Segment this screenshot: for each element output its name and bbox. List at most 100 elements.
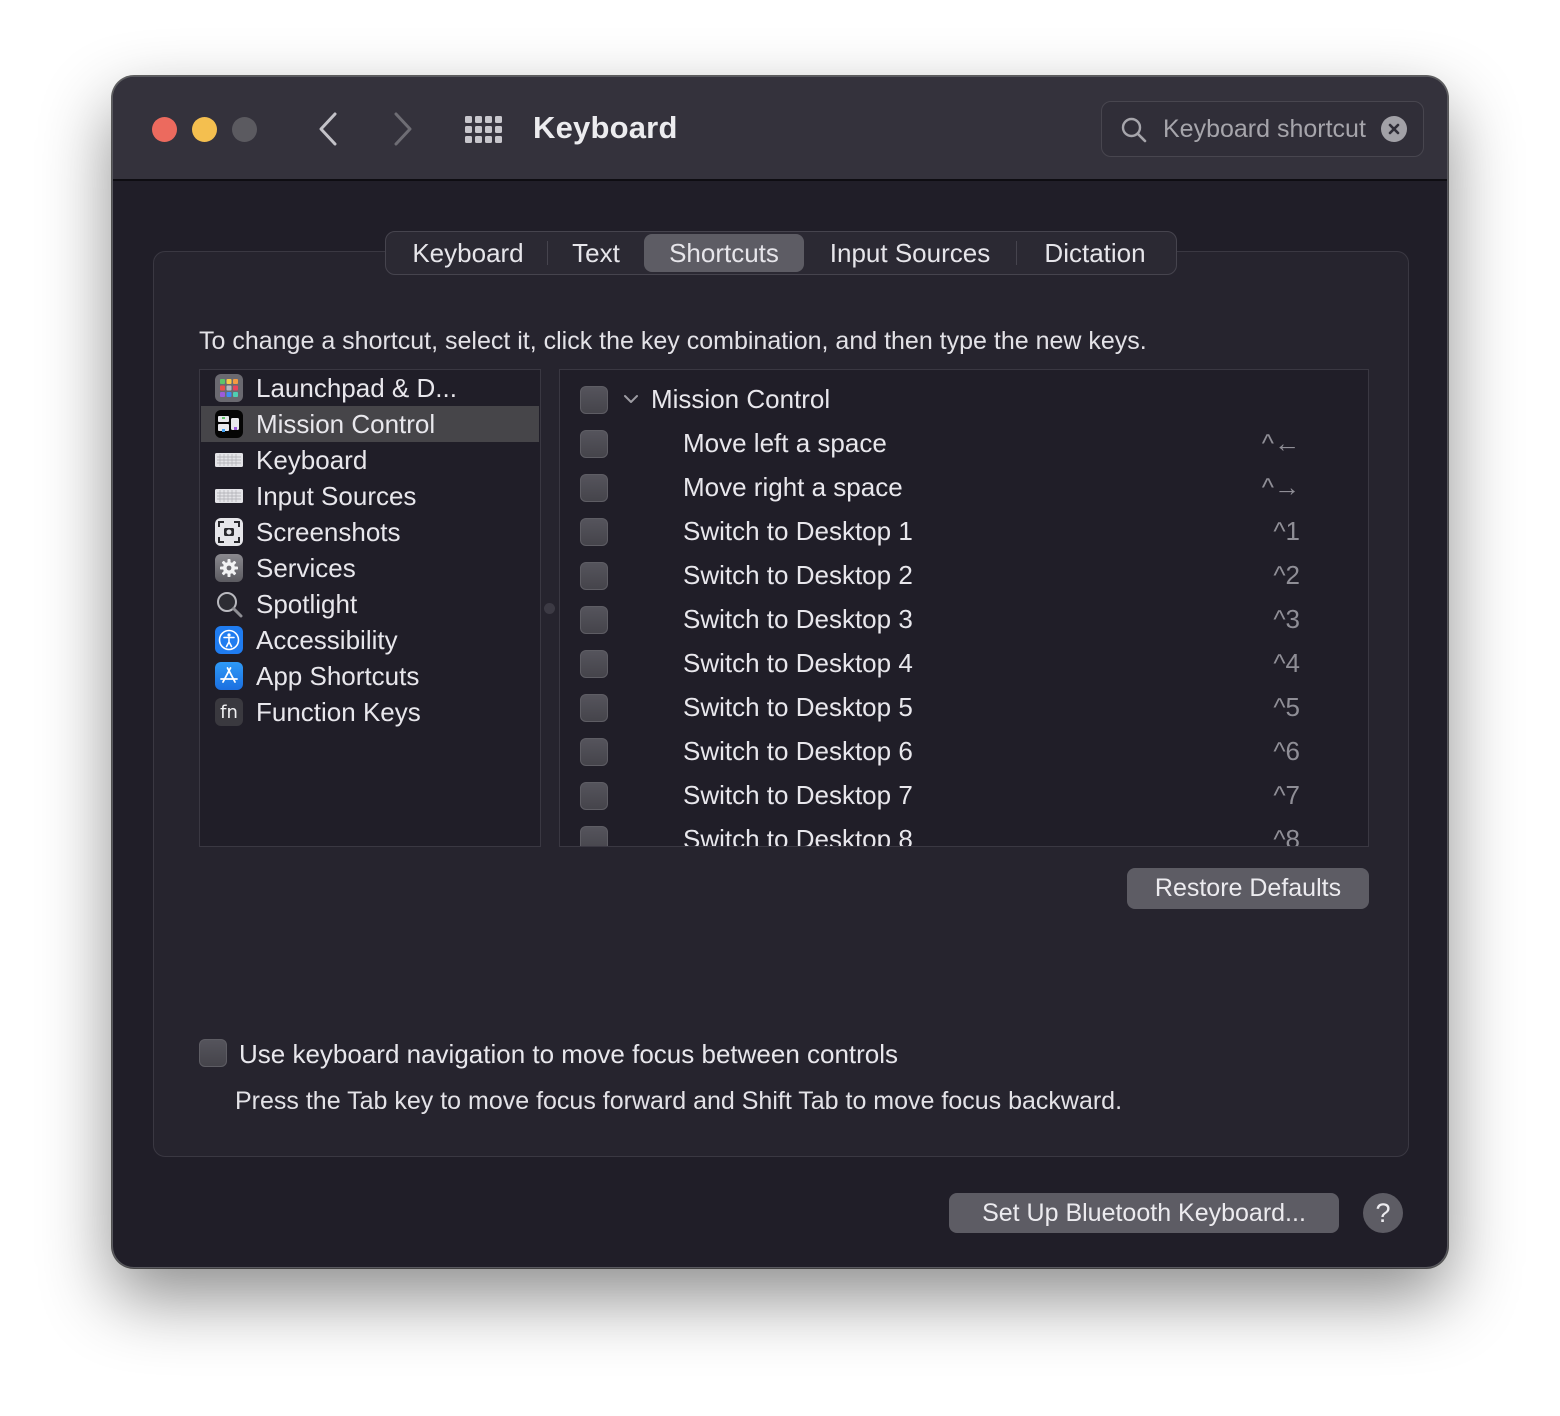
tab-shortcuts[interactable]: Shortcuts xyxy=(644,234,804,272)
tab-keyboard[interactable]: Keyboard xyxy=(389,234,547,272)
group-enable-checkbox[interactable] xyxy=(580,386,608,414)
screenshot-icon xyxy=(215,518,243,546)
shortcut-keys[interactable]: ^← xyxy=(1262,428,1300,459)
grid-icon xyxy=(495,126,502,133)
search-field[interactable]: Keyboard shortcut xyxy=(1101,101,1424,157)
close-window-button[interactable] xyxy=(152,117,177,142)
category-item-accessibility[interactable]: Accessibility xyxy=(201,622,539,658)
tab-input-sources[interactable]: Input Sources xyxy=(804,234,1016,272)
category-item-app-shortcuts[interactable]: App Shortcuts xyxy=(201,658,539,694)
category-label: Launchpad & D... xyxy=(256,372,457,403)
grid-icon xyxy=(465,136,472,143)
shortcut-row[interactable]: Switch to Desktop 1 ^1 xyxy=(560,510,1368,554)
shortcut-row[interactable]: Switch to Desktop 2 ^2 xyxy=(560,554,1368,598)
shortcut-label: Move left a space xyxy=(683,428,887,458)
tab-bar: Keyboard Text Shortcuts Input Sources Di… xyxy=(385,231,1177,275)
shortcut-category-list[interactable]: Launchpad & D... Mission Control Keyboar… xyxy=(199,369,541,847)
shortcut-enable-checkbox[interactable] xyxy=(580,474,608,502)
category-item-services[interactable]: Services xyxy=(201,550,539,586)
shortcut-keys[interactable]: ^6 xyxy=(1273,736,1300,767)
category-item-spotlight[interactable]: Spotlight xyxy=(201,586,539,622)
shortcut-row[interactable]: Move right a space ^→ xyxy=(560,466,1368,510)
shortcut-label: Switch to Desktop 7 xyxy=(683,780,913,810)
search-icon xyxy=(1121,117,1147,143)
shortcut-keys[interactable]: ^5 xyxy=(1273,692,1300,723)
category-item-mission-control[interactable]: Mission Control xyxy=(201,406,539,442)
grid-icon xyxy=(465,116,472,123)
category-label: Input Sources xyxy=(256,480,417,511)
shortcut-row[interactable]: Switch to Desktop 4 ^4 xyxy=(560,642,1368,686)
shortcut-row[interactable]: Switch to Desktop 6 ^6 xyxy=(560,730,1368,774)
shortcut-row[interactable]: Switch to Desktop 3 ^3 xyxy=(560,598,1368,642)
grid-icon xyxy=(475,136,482,143)
grid-icon xyxy=(495,116,502,123)
chevron-right-icon xyxy=(394,112,412,146)
shortcut-row[interactable]: Switch to Desktop 8 ^8 xyxy=(560,818,1368,847)
shortcut-keys[interactable]: ^7 xyxy=(1273,780,1300,811)
shortcut-keys[interactable]: ^2 xyxy=(1273,560,1300,591)
gear-icon xyxy=(215,554,243,582)
shortcut-label: Switch to Desktop 8 xyxy=(683,824,913,847)
keyboard-navigation-label[interactable]: Use keyboard navigation to move focus be… xyxy=(239,1039,898,1070)
shortcut-keys[interactable]: ^1 xyxy=(1273,516,1300,547)
mission-control-icon xyxy=(215,410,243,438)
shortcut-keys[interactable]: ^8 xyxy=(1273,824,1300,846)
help-button[interactable]: ? xyxy=(1363,1193,1403,1233)
chevron-down-icon[interactable] xyxy=(622,390,640,408)
forward-button[interactable] xyxy=(383,107,423,151)
restore-defaults-button[interactable]: Restore Defaults xyxy=(1127,868,1369,909)
shortcut-label: Move right a space xyxy=(683,472,903,502)
grid-icon xyxy=(485,116,492,123)
shortcut-label: Switch to Desktop 2 xyxy=(683,560,913,590)
keyboard-navigation-checkbox[interactable] xyxy=(199,1039,227,1067)
keyboard-icon xyxy=(215,446,243,474)
category-label: App Shortcuts xyxy=(256,660,420,691)
shortcut-list[interactable]: Mission Control Move left a space ^← Mov… xyxy=(559,369,1369,847)
show-all-button[interactable] xyxy=(465,113,503,145)
shortcut-keys[interactable]: ^→ xyxy=(1262,472,1300,503)
category-item-keyboard[interactable]: Keyboard xyxy=(201,442,539,478)
category-label: Screenshots xyxy=(256,516,401,547)
back-button[interactable] xyxy=(308,107,348,151)
shortcut-enable-checkbox[interactable] xyxy=(580,562,608,590)
keyboard-navigation-hint: Press the Tab key to move focus forward … xyxy=(235,1087,1123,1115)
search-input[interactable]: Keyboard shortcut xyxy=(1163,115,1366,144)
shortcut-enable-checkbox[interactable] xyxy=(580,518,608,546)
category-item-launchpad[interactable]: Launchpad & D... xyxy=(201,370,539,406)
grid-icon xyxy=(475,116,482,123)
shortcut-group-label: Mission Control xyxy=(651,384,831,414)
shortcut-row[interactable]: Move left a space ^← xyxy=(560,422,1368,466)
shortcut-enable-checkbox[interactable] xyxy=(580,430,608,458)
tab-text[interactable]: Text xyxy=(548,234,644,272)
launchpad-icon xyxy=(215,374,243,402)
keyboard-preferences-window: Keyboard Keyboard shortcut Keyboard Text… xyxy=(112,76,1448,1268)
grid-icon xyxy=(485,136,492,143)
category-item-input-sources[interactable]: Input Sources xyxy=(201,478,539,514)
grid-icon xyxy=(485,126,492,133)
shortcut-enable-checkbox[interactable] xyxy=(580,650,608,678)
shortcut-keys[interactable]: ^4 xyxy=(1273,648,1300,679)
shortcut-enable-checkbox[interactable] xyxy=(580,738,608,766)
shortcut-row[interactable]: Switch to Desktop 5 ^5 xyxy=(560,686,1368,730)
shortcut-enable-checkbox[interactable] xyxy=(580,826,608,846)
clear-search-button[interactable] xyxy=(1381,116,1407,142)
shortcut-enable-checkbox[interactable] xyxy=(580,694,608,722)
tab-dictation[interactable]: Dictation xyxy=(1017,234,1173,272)
shortcut-group-row[interactable]: Mission Control xyxy=(560,378,1368,422)
title-bar: Keyboard Keyboard shortcut xyxy=(113,77,1447,181)
app-store-icon xyxy=(215,662,243,690)
shortcut-label: Switch to Desktop 5 xyxy=(683,692,913,722)
shortcut-row[interactable]: Switch to Desktop 7 ^7 xyxy=(560,774,1368,818)
category-item-function-keys[interactable]: fn Function Keys xyxy=(201,694,539,730)
zoom-window-button[interactable] xyxy=(232,117,257,142)
shortcut-label: Switch to Desktop 3 xyxy=(683,604,913,634)
category-item-screenshots[interactable]: Screenshots xyxy=(201,514,539,550)
split-view-divider-handle[interactable] xyxy=(544,603,555,614)
shortcut-enable-checkbox[interactable] xyxy=(580,782,608,810)
set-up-bluetooth-keyboard-button[interactable]: Set Up Bluetooth Keyboard... xyxy=(949,1193,1339,1233)
minimize-window-button[interactable] xyxy=(192,117,217,142)
shortcut-keys[interactable]: ^3 xyxy=(1273,604,1300,635)
category-label: Spotlight xyxy=(256,588,358,619)
category-label: Keyboard xyxy=(256,444,368,475)
shortcut-enable-checkbox[interactable] xyxy=(580,606,608,634)
